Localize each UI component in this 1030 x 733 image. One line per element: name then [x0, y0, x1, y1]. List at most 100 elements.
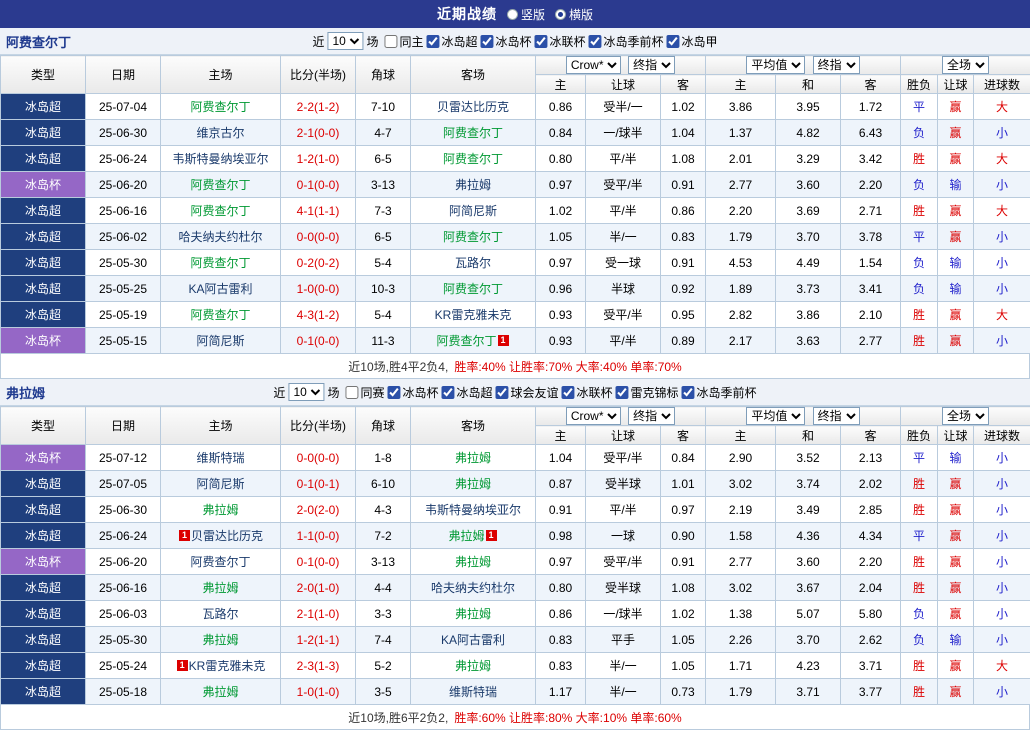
- score-link[interactable]: 0-0(0-0): [297, 230, 340, 244]
- away-team-link[interactable]: 韦斯特曼纳埃亚尔: [425, 503, 521, 517]
- score-link[interactable]: 0-1(0-0): [297, 178, 340, 192]
- home-team-link[interactable]: 阿简尼斯: [196, 477, 244, 491]
- home-team-link[interactable]: 阿费查尔丁: [190, 178, 250, 192]
- filter-checkbox-冰岛杯[interactable]: [480, 34, 494, 48]
- score-link[interactable]: 0-1(0-0): [297, 334, 340, 348]
- filter-冰岛季前杯[interactable]: 冰岛季前杯: [586, 33, 664, 50]
- score-link[interactable]: 1-0(0-0): [297, 282, 340, 296]
- home-team-link[interactable]: 瓦路尔: [202, 607, 238, 621]
- filter-checkbox-冰联杯[interactable]: [561, 385, 575, 399]
- home-team-link[interactable]: 阿费查尔丁: [190, 256, 250, 270]
- away-team-link[interactable]: 瓦路尔: [455, 256, 491, 270]
- fulltime-select[interactable]: 全场: [942, 407, 990, 425]
- vertical-layout-radio[interactable]: 竖版: [506, 6, 545, 23]
- filter-冰联杯[interactable]: 冰联杯: [559, 384, 613, 401]
- score-link[interactable]: 1-1(0-0): [297, 529, 340, 543]
- home-team-link[interactable]: 弗拉姆: [202, 633, 238, 647]
- score-link[interactable]: 2-0(1-0): [297, 581, 340, 595]
- filter-冰联杯[interactable]: 冰联杯: [532, 33, 586, 50]
- bookmaker-select[interactable]: Crow*: [565, 407, 621, 425]
- filter-冰岛超[interactable]: 冰岛超: [423, 33, 478, 50]
- filter-checkbox-冰岛超[interactable]: [426, 34, 440, 48]
- filter-冰岛杯[interactable]: 冰岛杯: [478, 33, 532, 50]
- recent-count-select[interactable]: 10: [288, 383, 325, 401]
- filter-checkbox-冰岛季前杯[interactable]: [681, 385, 695, 399]
- filter-checkbox-同赛[interactable]: [345, 385, 359, 399]
- score-link[interactable]: 0-2(0-2): [297, 256, 340, 270]
- filter-checkbox-雷克锦标[interactable]: [615, 385, 629, 399]
- filter-雷克锦标[interactable]: 雷克锦标: [613, 384, 679, 401]
- score-link[interactable]: 2-1(0-0): [297, 126, 340, 140]
- filter-球会友谊[interactable]: 球会友谊: [493, 384, 559, 401]
- filter-checkbox-球会友谊[interactable]: [495, 385, 509, 399]
- away-team-link[interactable]: 弗拉姆: [455, 555, 491, 569]
- avg-stage-select[interactable]: 终指: [812, 407, 860, 425]
- away-team-link[interactable]: 哈夫纳夫约杜尔: [431, 581, 515, 595]
- score-link[interactable]: 2-2(1-2): [297, 100, 340, 114]
- away-team-link[interactable]: 弗拉姆: [455, 178, 491, 192]
- away-team-link[interactable]: 弗拉姆: [455, 659, 491, 673]
- away-team-link[interactable]: 阿费查尔丁: [443, 230, 503, 244]
- home-team-link[interactable]: 阿简尼斯: [196, 334, 244, 348]
- home-team-link[interactable]: 维斯特瑞: [196, 451, 244, 465]
- bookmaker-select[interactable]: Crow*: [565, 56, 621, 74]
- filter-checkbox-冰岛超[interactable]: [441, 385, 455, 399]
- away-team-link[interactable]: 阿简尼斯: [449, 204, 497, 218]
- filter-冰岛杯[interactable]: 冰岛杯: [384, 384, 438, 401]
- away-team-link[interactable]: 贝雷达比历克: [437, 100, 509, 114]
- away-team-link[interactable]: 弗拉姆: [448, 529, 484, 543]
- away-team-link[interactable]: 阿费查尔丁: [443, 126, 503, 140]
- home-team-link[interactable]: 阿费查尔丁: [190, 308, 250, 322]
- home-team-link[interactable]: KA阿古雷利: [188, 282, 252, 296]
- filter-checkbox-冰联杯[interactable]: [534, 34, 548, 48]
- home-team-link[interactable]: 韦斯特曼纳埃亚尔: [172, 152, 268, 166]
- home-team-link[interactable]: 贝雷达比历克: [191, 529, 263, 543]
- filter-同赛[interactable]: 同赛: [342, 384, 384, 401]
- home-team-link[interactable]: 弗拉姆: [202, 685, 238, 699]
- score-link[interactable]: 0-0(0-0): [297, 451, 340, 465]
- score-link[interactable]: 4-1(1-1): [297, 204, 340, 218]
- away-team-link[interactable]: 阿费查尔丁: [443, 282, 503, 296]
- home-team-link[interactable]: 阿费查尔丁: [190, 100, 250, 114]
- average-select[interactable]: 平均值: [746, 407, 806, 425]
- average-select[interactable]: 平均值: [746, 56, 806, 74]
- score-link[interactable]: 1-2(1-0): [297, 152, 340, 166]
- away-team-link[interactable]: 弗拉姆: [455, 451, 491, 465]
- filter-checkbox-冰岛甲[interactable]: [666, 34, 680, 48]
- odds-stage-select[interactable]: 终指: [628, 407, 676, 425]
- filter-冰岛季前杯[interactable]: 冰岛季前杯: [679, 384, 757, 401]
- home-team-link[interactable]: 阿费查尔丁: [190, 204, 250, 218]
- away-team-link[interactable]: 弗拉姆: [455, 477, 491, 491]
- away-team-link[interactable]: KR雷克雅未克: [435, 308, 512, 322]
- score-link[interactable]: 4-3(1-2): [297, 308, 340, 322]
- away-team-link[interactable]: 弗拉姆: [455, 607, 491, 621]
- home-team-link[interactable]: 弗拉姆: [202, 581, 238, 595]
- filter-checkbox-同主[interactable]: [384, 34, 398, 48]
- filter-冰岛甲[interactable]: 冰岛甲: [664, 33, 718, 50]
- home-team-link[interactable]: 弗拉姆: [202, 503, 238, 517]
- filter-同主[interactable]: 同主: [381, 33, 423, 50]
- score-link[interactable]: 1-0(1-0): [297, 685, 340, 699]
- score-link[interactable]: 1-2(1-1): [297, 633, 340, 647]
- odds-stage-select[interactable]: 终指: [628, 56, 676, 74]
- score-link[interactable]: 2-3(1-3): [297, 659, 340, 673]
- away-team-link[interactable]: 阿费查尔丁: [436, 334, 496, 348]
- score-link[interactable]: 0-1(0-0): [297, 555, 340, 569]
- filter-checkbox-冰岛季前杯[interactable]: [588, 34, 602, 48]
- home-team-link[interactable]: KR雷克雅未克: [189, 659, 266, 673]
- avg-stage-select[interactable]: 终指: [812, 56, 860, 74]
- away-team-link[interactable]: 阿费查尔丁: [443, 152, 503, 166]
- home-team-link[interactable]: 维京古尔: [196, 126, 244, 140]
- fulltime-select[interactable]: 全场: [942, 56, 990, 74]
- horizontal-layout-radio[interactable]: 横版: [555, 6, 593, 23]
- filter-checkbox-冰岛杯[interactable]: [387, 385, 401, 399]
- score-link[interactable]: 2-0(2-0): [297, 503, 340, 517]
- score-link[interactable]: 0-1(0-1): [297, 477, 340, 491]
- away-team-link[interactable]: KA阿古雷利: [441, 633, 505, 647]
- score-link[interactable]: 2-1(1-0): [297, 607, 340, 621]
- home-team-link[interactable]: 阿费查尔丁: [190, 555, 250, 569]
- filter-冰岛超[interactable]: 冰岛超: [438, 384, 493, 401]
- away-team-link[interactable]: 维斯特瑞: [449, 685, 497, 699]
- home-team-link[interactable]: 哈夫纳夫约杜尔: [178, 230, 262, 244]
- recent-count-select[interactable]: 10: [327, 32, 364, 50]
